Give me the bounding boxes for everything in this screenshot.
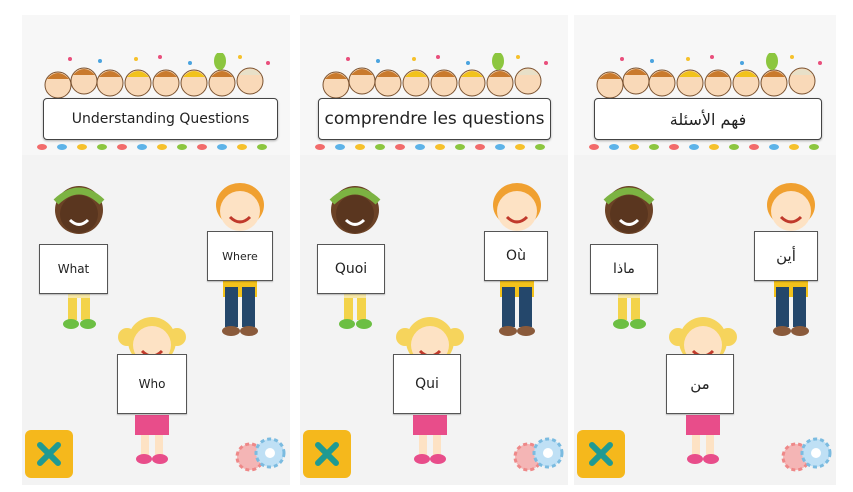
header-banner: comprendre les questions [300,15,568,155]
sign-what[interactable]: ماذا [590,244,658,294]
sign-who-label: من [690,375,710,393]
sign-where[interactable]: Where [207,231,273,281]
sign-where[interactable]: Où [484,231,548,281]
sign-where[interactable]: أين [754,231,818,281]
header-banner: Understanding Questions [22,15,290,155]
page-title-text: comprendre les questions [324,109,545,129]
panel-english: Understanding Questions What Where Who [22,15,290,485]
sign-who[interactable]: من [666,354,734,414]
gears-icon[interactable] [512,437,564,473]
sign-what[interactable]: Quoi [317,244,385,294]
sign-who[interactable]: Who [117,354,187,414]
panel-french: comprendre les questions Quoi Où Qui [300,15,568,485]
close-button[interactable] [577,430,625,478]
candy-border [315,144,545,150]
page-title-text: فهم الأسئلة [669,109,747,129]
page-title: Understanding Questions [43,98,278,140]
close-icon [37,442,61,466]
sign-what-label: ماذا [613,261,635,277]
close-button[interactable] [303,430,351,478]
candy-border [37,144,267,150]
close-button[interactable] [25,430,73,478]
sign-where-label: أين [776,247,796,265]
sign-where-label: Where [222,249,258,263]
page-title-text: Understanding Questions [71,111,250,127]
sign-what-label: Quoi [334,261,368,277]
sign-where-label: Où [506,248,526,264]
header-banner: فهم الأسئلة [574,15,836,155]
candy-border [589,144,819,150]
sign-who-label: Qui [415,376,439,392]
gears-icon[interactable] [234,437,286,473]
close-icon [589,442,613,466]
page-title: فهم الأسئلة [594,98,822,140]
panel-arabic: فهم الأسئلة ماذا أين من [574,15,836,485]
sign-what[interactable]: What [39,244,108,294]
gears-icon[interactable] [780,437,832,473]
sign-what-label: What [57,262,90,276]
sign-who-label: Who [138,377,166,391]
page-title: comprendre les questions [318,98,551,140]
close-icon [315,442,339,466]
sign-who[interactable]: Qui [393,354,461,414]
